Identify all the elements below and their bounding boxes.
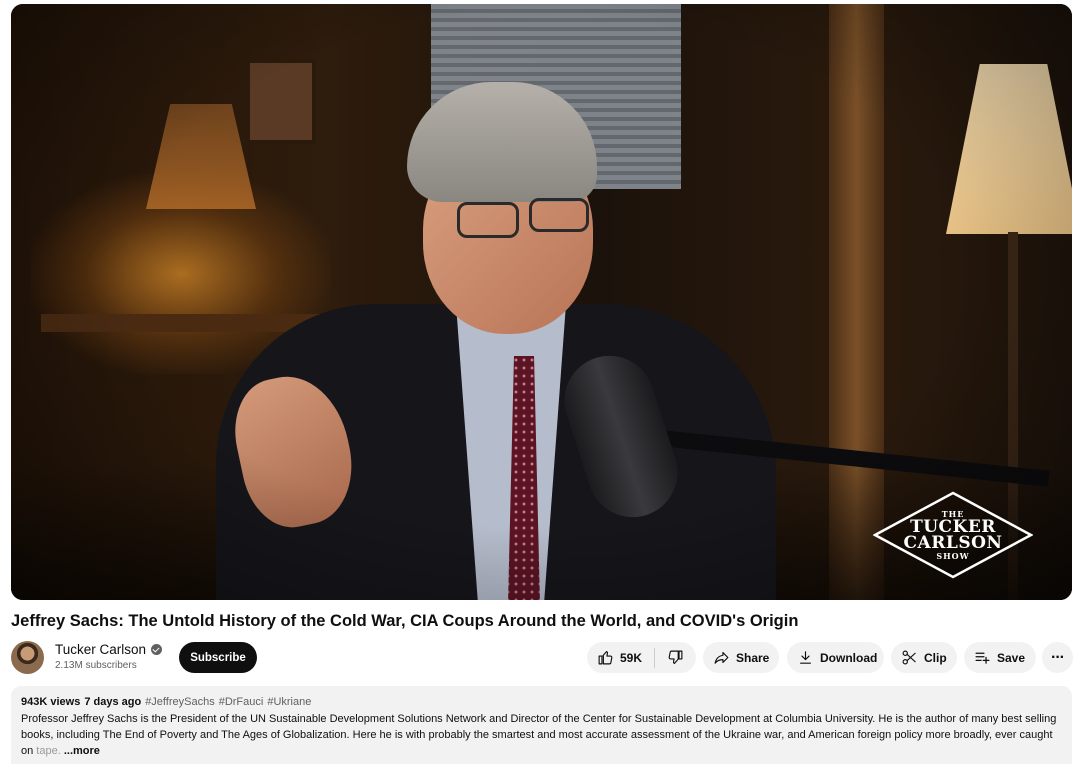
subscriber-count: 2.13M subscribers bbox=[55, 660, 137, 671]
upload-date: 7 days ago bbox=[84, 696, 142, 708]
hashtag-link[interactable]: #JeffreySachs bbox=[145, 696, 215, 711]
clip-button[interactable]: Clip bbox=[891, 642, 957, 673]
channel-name[interactable]: Tucker Carlson bbox=[55, 642, 146, 657]
share-button[interactable]: Share bbox=[703, 642, 779, 673]
hashtag-link[interactable]: #DrFauci bbox=[219, 696, 264, 711]
thumbs-down-icon bbox=[668, 650, 683, 665]
logo-text-carlson: CARLSON bbox=[903, 533, 1003, 553]
channel-avatar[interactable] bbox=[11, 641, 44, 674]
more-horizontal-icon: ··· bbox=[1051, 648, 1065, 666]
subscribe-button[interactable]: Subscribe bbox=[179, 642, 257, 673]
video-title: Jeffrey Sachs: The Untold History of the… bbox=[11, 612, 799, 630]
playlist-add-icon bbox=[975, 652, 990, 664]
logo-text-show: SHOW bbox=[936, 551, 970, 561]
verified-check-icon bbox=[151, 644, 163, 655]
description-faded-text: tape. bbox=[36, 745, 61, 757]
clip-label: Clip bbox=[924, 650, 947, 665]
show-logo: THE TUCKER CARLSON SHOW bbox=[873, 491, 1033, 579]
dislike-button[interactable] bbox=[655, 642, 696, 673]
like-count: 59K bbox=[620, 650, 643, 665]
like-button[interactable]: 59K bbox=[587, 642, 654, 673]
download-button[interactable]: Download bbox=[787, 642, 884, 673]
view-count: 943K views bbox=[21, 696, 81, 708]
video-player[interactable]: THE TUCKER CARLSON SHOW bbox=[11, 4, 1072, 600]
channel-name-link[interactable]: Tucker Carlson bbox=[55, 642, 163, 657]
description-box[interactable]: 943K views 7 days ago #JeffreySachs #DrF… bbox=[11, 686, 1072, 764]
thumbs-up-icon bbox=[598, 650, 613, 665]
save-label: Save bbox=[997, 650, 1026, 665]
save-button[interactable]: Save bbox=[964, 642, 1036, 673]
download-icon bbox=[799, 651, 812, 664]
hashtag-link[interactable]: #Ukriane bbox=[267, 696, 311, 711]
share-arrow-icon bbox=[714, 651, 729, 664]
like-dislike-group: 59K bbox=[587, 642, 696, 673]
description-more-link[interactable]: ...more bbox=[64, 745, 100, 757]
download-label: Download bbox=[820, 650, 878, 665]
hashtag-list: #JeffreySachs #DrFauci #Ukriane bbox=[145, 696, 311, 711]
more-actions-button[interactable]: ··· bbox=[1042, 642, 1073, 673]
scissors-icon bbox=[902, 650, 916, 665]
description-text: Professor Jeffrey Sachs is the President… bbox=[21, 713, 1057, 757]
description-text-block: Professor Jeffrey Sachs is the President… bbox=[21, 711, 1062, 759]
description-meta: 943K views 7 days ago #JeffreySachs #DrF… bbox=[21, 696, 1062, 711]
share-label: Share bbox=[736, 650, 770, 665]
